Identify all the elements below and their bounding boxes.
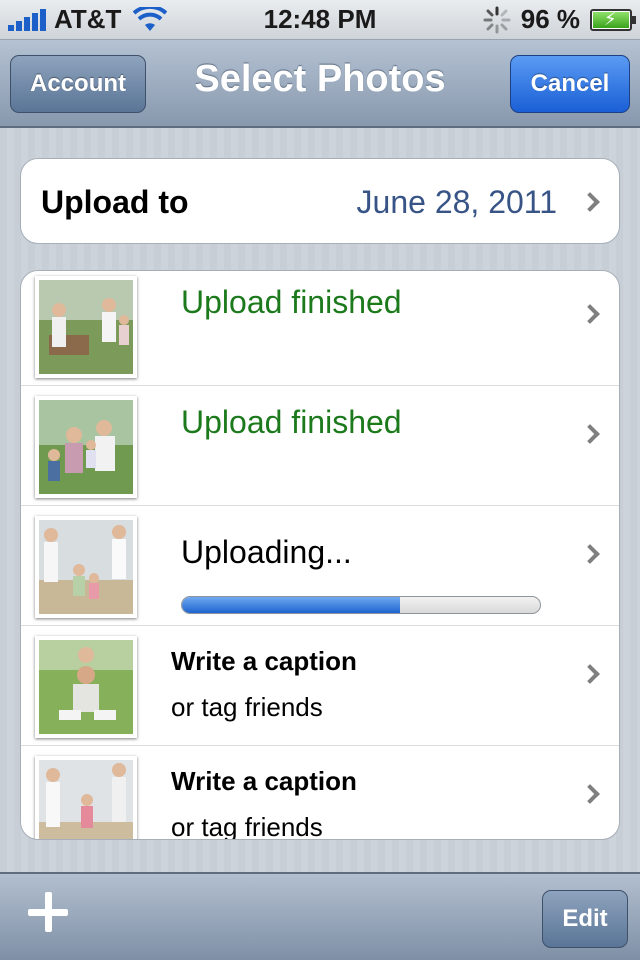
photo-thumbnail	[35, 396, 137, 498]
status-bar: AT&T 12:48 PM 96 % ⚡	[0, 0, 640, 40]
page-title: Select Photos	[194, 58, 446, 100]
bottom-toolbar: Edit	[0, 872, 640, 960]
upload-progress-fill	[182, 597, 401, 613]
chevron-right-icon	[580, 304, 600, 324]
upload-to-group: Upload to June 28, 2011	[20, 158, 620, 244]
upload-status: Upload finished	[181, 404, 402, 440]
photo-row[interactable]: Write a caption or tag friends	[21, 626, 619, 746]
upload-status: Upload finished	[181, 284, 402, 320]
account-button[interactable]: Account	[10, 55, 146, 113]
photo-thumbnail	[35, 756, 137, 839]
photo-thumbnail	[35, 276, 137, 378]
chevron-right-icon	[580, 192, 600, 212]
cancel-button[interactable]: Cancel	[510, 55, 630, 113]
upload-date-value: June 28, 2011	[356, 183, 557, 220]
upload-to-row[interactable]: Upload to June 28, 2011	[21, 159, 619, 243]
edit-button[interactable]: Edit	[542, 890, 628, 948]
upload-progress-bar	[181, 596, 541, 614]
photo-row[interactable]: Write a caption or tag friends	[21, 746, 619, 840]
tag-prompt: or tag friends	[171, 812, 323, 840]
battery-percent: 96 %	[520, 4, 580, 34]
chevron-right-icon	[580, 424, 600, 444]
photo-thumbnail	[35, 516, 137, 618]
navigation-bar: Account Select Photos Cancel	[0, 40, 640, 128]
battery-icon: ⚡	[590, 8, 636, 31]
chevron-right-icon	[580, 544, 600, 564]
content-area: Upload to June 28, 2011 Upload finished	[0, 128, 640, 872]
photo-row[interactable]: Upload finished	[21, 386, 619, 506]
upload-to-label: Upload to	[41, 183, 189, 220]
activity-spinner-icon	[483, 6, 511, 33]
chevron-right-icon	[580, 784, 600, 804]
caption-prompt: Write a caption	[171, 646, 357, 676]
photo-row[interactable]: Uploading...	[21, 506, 619, 626]
tag-prompt: or tag friends	[171, 692, 323, 722]
photo-thumbnail	[35, 636, 137, 738]
upload-status: Uploading...	[181, 534, 352, 570]
caption-prompt: Write a caption	[171, 766, 357, 796]
plus-icon[interactable]	[28, 892, 68, 932]
photo-list: Upload finished Upload finished Uploadin…	[20, 270, 620, 840]
photo-row[interactable]: Upload finished	[21, 271, 619, 386]
chevron-right-icon	[580, 664, 600, 684]
